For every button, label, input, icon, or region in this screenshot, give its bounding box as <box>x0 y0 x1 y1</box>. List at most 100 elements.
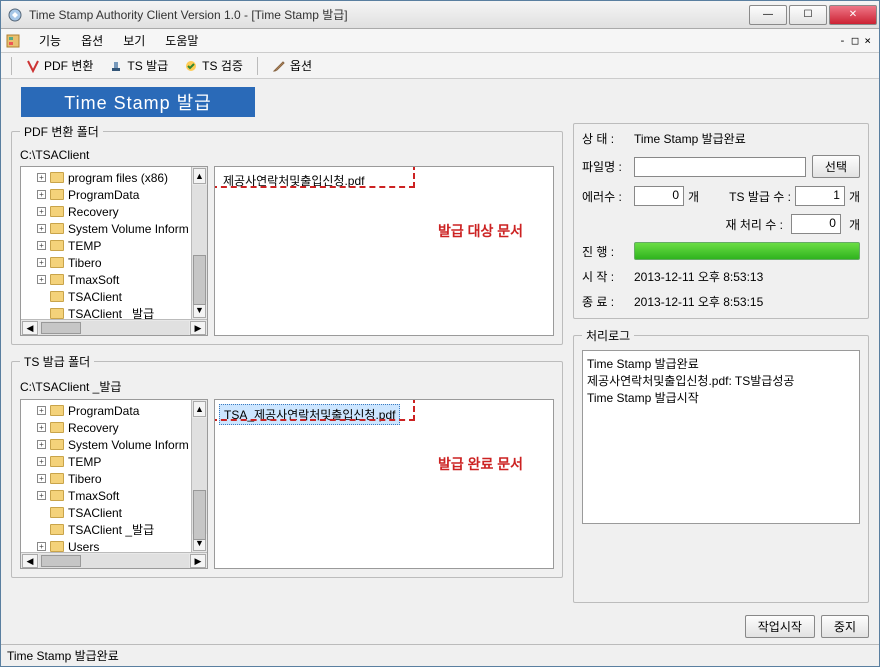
expand-icon[interactable]: + <box>37 491 46 500</box>
tree-row[interactable]: +Recovery <box>21 419 207 436</box>
tree-row[interactable]: TSAClient _발급 <box>21 305 207 319</box>
pdf-tree-pane[interactable]: +program files (x86)+ProgramData+Recover… <box>20 166 208 336</box>
expand-icon[interactable]: + <box>37 406 46 415</box>
tree-row[interactable]: +Tibero <box>21 254 207 271</box>
folder-icon <box>50 422 64 433</box>
tree-row[interactable]: + TEMP <box>21 237 207 254</box>
no-expand-icon <box>37 508 46 517</box>
tree-row[interactable]: +ProgramData <box>21 402 207 419</box>
tree-item-label: Tibero <box>68 472 102 486</box>
expand-icon[interactable]: + <box>37 542 46 551</box>
tree-item-label: TmaxSoft <box>68 489 119 503</box>
pdf-file-item[interactable]: 제공사연락처및출입신청.pdf <box>219 171 368 190</box>
tree-row[interactable]: +System Volume Inform <box>21 220 207 237</box>
tree-row[interactable]: + TmaxSoft <box>21 487 207 504</box>
menu-옵션[interactable]: 옵션 <box>71 32 113 49</box>
toolbar-ts-issue[interactable]: TS 발급 <box>103 55 174 76</box>
toolbar-ts-verify[interactable]: TS 검증 <box>178 55 249 76</box>
scroll-right-icon[interactable]: ▶ <box>190 321 206 335</box>
stop-button[interactable]: 중지 <box>821 615 869 638</box>
close-button[interactable]: ✕ <box>829 5 877 25</box>
menu-기능[interactable]: 기능 <box>29 32 71 49</box>
tree-row[interactable]: + System Volume Inform <box>21 436 207 453</box>
tree-item-label: Users <box>68 540 99 553</box>
mdi-minimize-icon[interactable]: - <box>839 34 846 47</box>
expand-icon[interactable]: + <box>37 474 46 483</box>
folder-icon <box>50 308 64 319</box>
count-unit-1: 개 <box>688 188 699 205</box>
expand-icon[interactable]: + <box>37 241 46 250</box>
maximize-button[interactable]: ☐ <box>789 5 827 25</box>
end-label: 종 료 : <box>582 293 634 310</box>
minimize-button[interactable]: — <box>749 5 787 25</box>
scroll-left-icon[interactable]: ◀ <box>22 321 38 335</box>
horizontal-scrollbar[interactable]: ◀ ▶ <box>21 319 207 335</box>
expand-icon[interactable]: + <box>37 207 46 216</box>
vertical-scrollbar[interactable]: ▲ ▼ <box>191 400 207 552</box>
tree-item-label: TmaxSoft <box>68 273 119 287</box>
expand-icon[interactable]: + <box>37 457 46 466</box>
tree-item-label: TSAClient _발급 <box>68 305 154 319</box>
progress-label: 진 행 : <box>582 243 634 260</box>
error-label: 에러수 : <box>582 188 634 205</box>
tree-row[interactable]: + TmaxSoft <box>21 271 207 288</box>
no-expand-icon <box>37 525 46 534</box>
scroll-thumb[interactable] <box>193 255 206 305</box>
tree-row[interactable]: + Users <box>21 538 207 552</box>
app-window: Time Stamp Authority Client Version 1.0 … <box>0 0 880 667</box>
ts-file-pane[interactable]: TSA_제공사연락처및출입신청.pdf 발급 완료 문서 <box>214 399 554 569</box>
ts-file-item[interactable]: TSA_제공사연락처및출입신청.pdf <box>219 404 400 425</box>
expand-icon[interactable]: + <box>37 224 46 233</box>
menu-도움말[interactable]: 도움말 <box>155 32 208 49</box>
expand-icon[interactable]: + <box>37 423 46 432</box>
tree-row[interactable]: TSAClient <box>21 288 207 305</box>
issue-count: 1 <box>795 186 845 206</box>
folder-icon <box>50 456 64 467</box>
scroll-right-icon[interactable]: ▶ <box>190 554 206 568</box>
tree-item-label: TEMP <box>68 239 101 253</box>
log-line: 제공사연락처및출입신청.pdf: TS발급성공 <box>587 372 855 389</box>
expand-icon[interactable]: + <box>37 173 46 182</box>
scroll-thumb[interactable] <box>41 555 81 567</box>
toolbar-pdf-convert[interactable]: PDF 변환 <box>20 55 99 76</box>
log-box[interactable]: Time Stamp 발급완료 제공사연락처및출입신청.pdf: TS발급성공 … <box>582 350 860 524</box>
mdi-restore-icon[interactable]: □ <box>852 34 859 47</box>
mdi-close-icon[interactable]: × <box>864 34 871 47</box>
pdf-file-pane[interactable]: 제공사연락처및출입신청.pdf 발급 대상 문서 <box>214 166 554 336</box>
expand-icon[interactable]: + <box>37 440 46 449</box>
expand-icon[interactable]: + <box>37 258 46 267</box>
scroll-thumb[interactable] <box>193 490 206 540</box>
tree-row[interactable]: +Recovery <box>21 203 207 220</box>
tree-row[interactable]: +ProgramData <box>21 186 207 203</box>
horizontal-scrollbar[interactable]: ◀ ▶ <box>21 552 207 568</box>
menu-보기[interactable]: 보기 <box>113 32 155 49</box>
tree-row[interactable]: +program files (x86) <box>21 169 207 186</box>
state-value: Time Stamp 발급완료 <box>634 130 860 147</box>
scroll-thumb[interactable] <box>41 322 81 334</box>
toolbar-options[interactable]: 옵션 <box>266 55 318 76</box>
scroll-left-icon[interactable]: ◀ <box>22 554 38 568</box>
tree-item-label: System Volume Inform <box>68 438 189 452</box>
folder-icon <box>50 524 64 535</box>
form-icon <box>5 33 21 49</box>
folder-icon <box>50 240 64 251</box>
expand-icon[interactable]: + <box>37 190 46 199</box>
start-label: 시 작 : <box>582 268 634 285</box>
scroll-up-icon[interactable]: ▲ <box>193 401 206 417</box>
tree-row[interactable]: +TEMP <box>21 453 207 470</box>
ts-tree-pane[interactable]: +ProgramData+Recovery+System Volume Info… <box>20 399 208 569</box>
folder-icon <box>50 507 64 518</box>
tree-row[interactable]: + Tibero <box>21 470 207 487</box>
filename-input[interactable] <box>634 157 806 177</box>
folder-icon <box>50 490 64 501</box>
vertical-scrollbar[interactable]: ▲ ▼ <box>191 167 207 319</box>
error-count: 0 <box>634 186 684 206</box>
scroll-up-icon[interactable]: ▲ <box>193 168 206 184</box>
annotation-text: 발급 완료 문서 <box>438 454 523 474</box>
expand-icon[interactable]: + <box>37 275 46 284</box>
tree-row[interactable]: TSAClient _발급 <box>21 521 207 538</box>
select-file-button[interactable]: 선택 <box>812 155 860 178</box>
tree-row[interactable]: TSAClient <box>21 504 207 521</box>
start-button[interactable]: 작업시작 <box>745 615 815 638</box>
separator <box>257 57 258 75</box>
